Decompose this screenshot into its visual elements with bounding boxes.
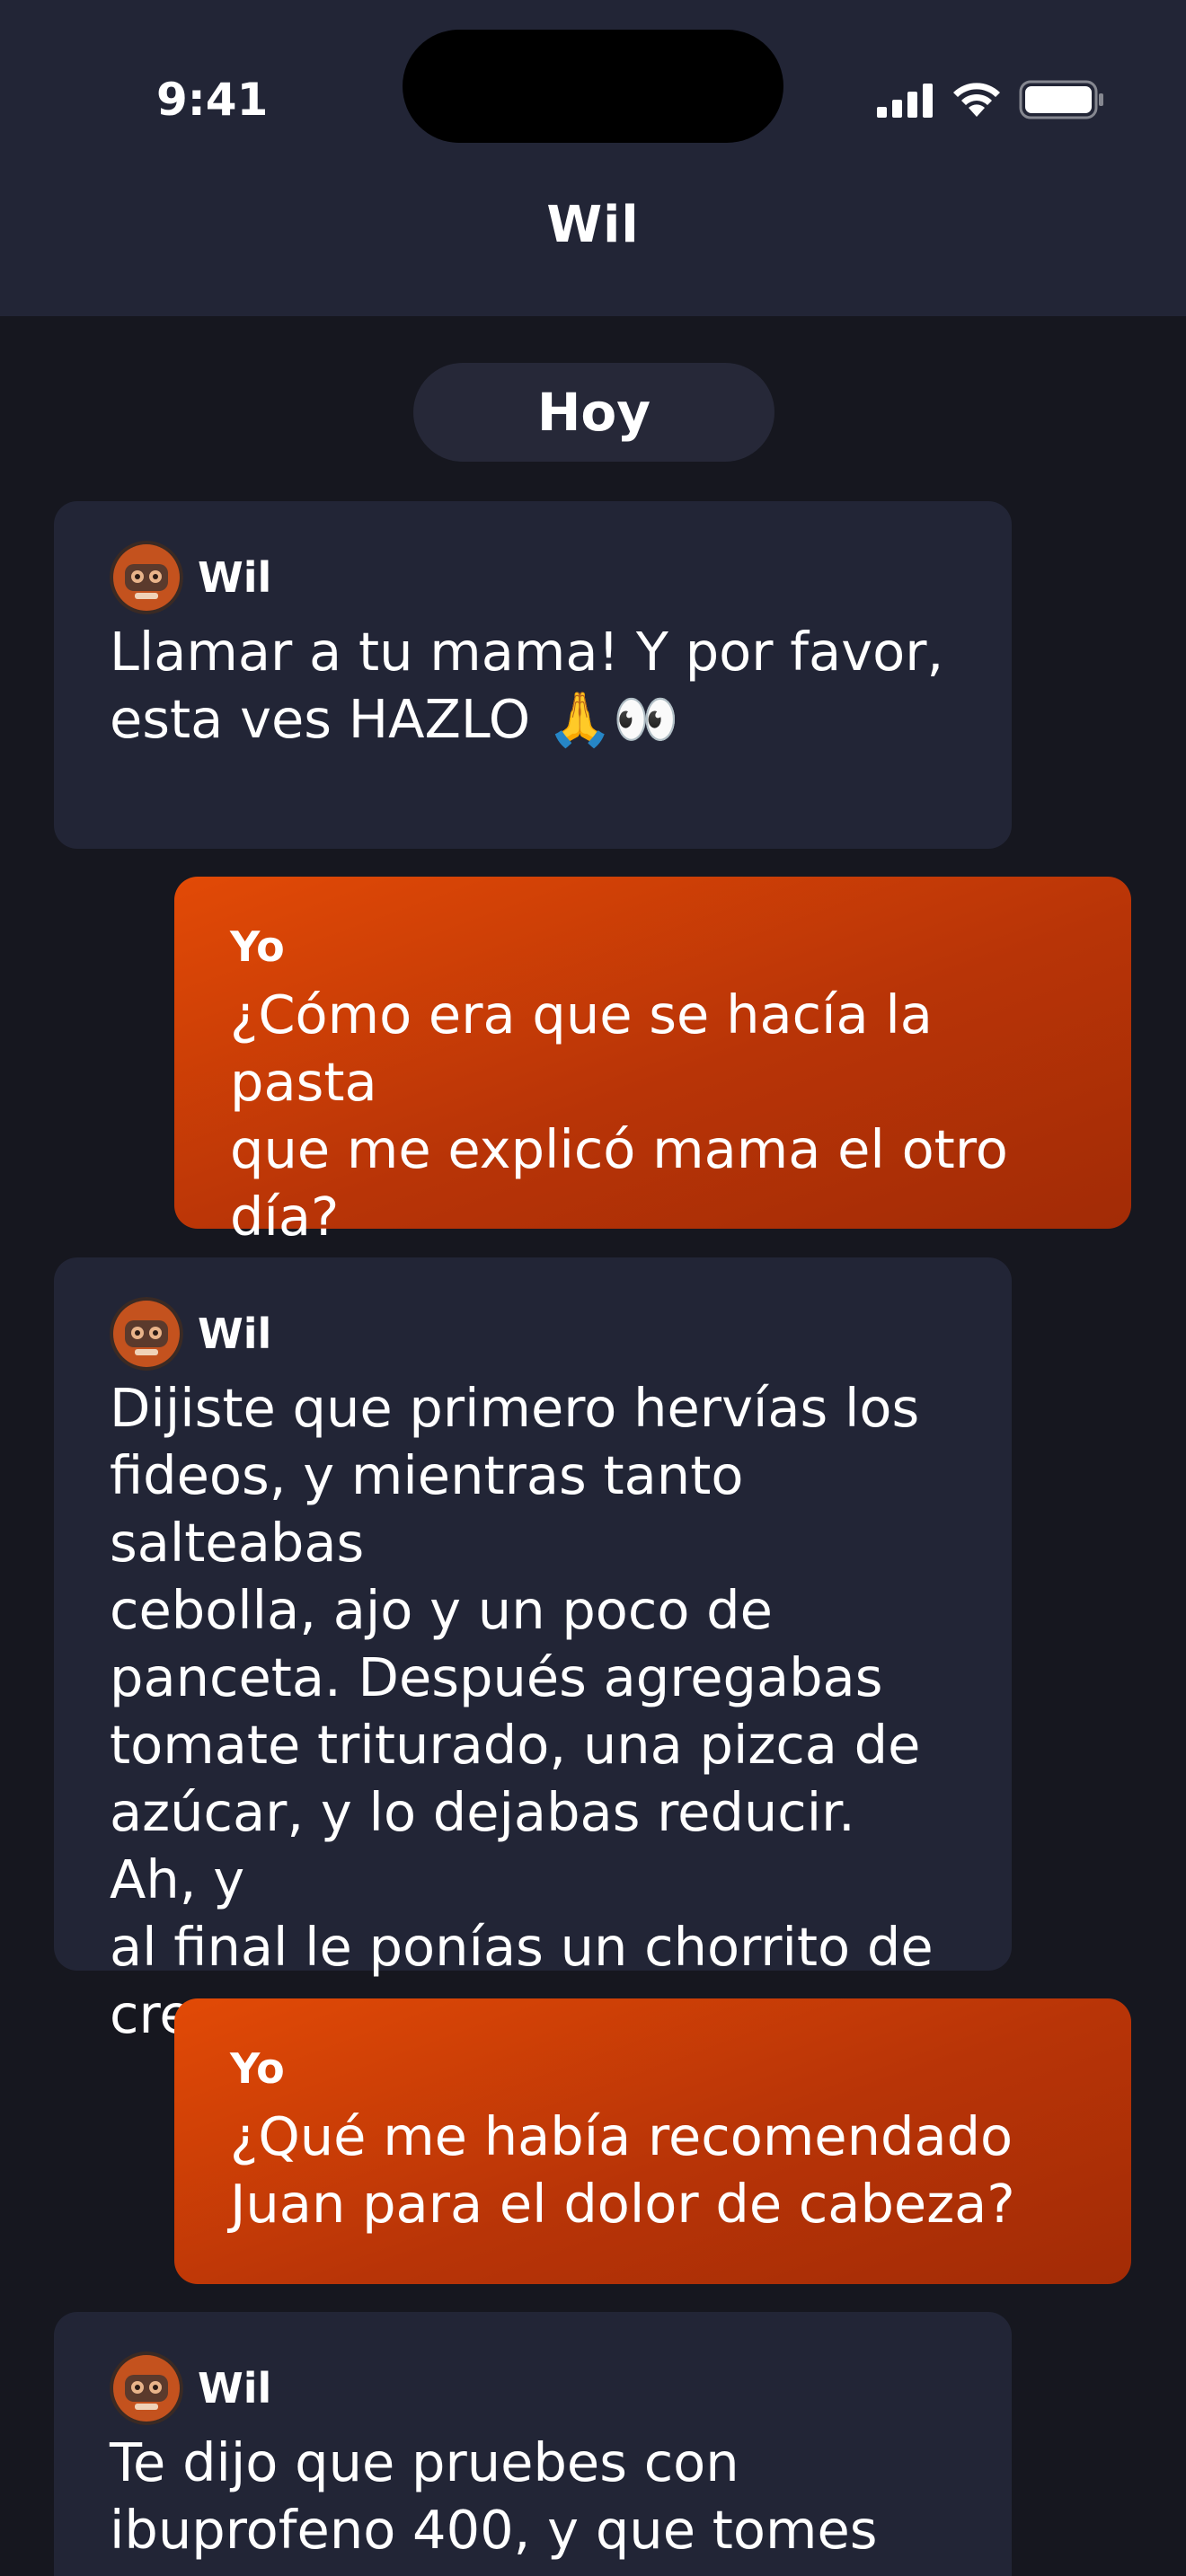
- message-sender: Wil: [110, 541, 958, 614]
- dynamic-island: [403, 30, 783, 143]
- app-header: 9:41 Wil: [0, 0, 1186, 316]
- cellular-signal-icon: [877, 84, 933, 118]
- bot-message[interactable]: Wil Llamar a tu mama! Y por favor, esta …: [54, 501, 1012, 849]
- status-icons: [877, 77, 1105, 122]
- sender-name: Wil: [198, 2364, 272, 2413]
- message-text: Llamar a tu mama! Y por favor, esta ves …: [110, 621, 944, 750]
- status-time: 9:41: [156, 74, 269, 126]
- message-sender: Wil: [110, 2351, 958, 2425]
- date-separator: Hoy: [413, 363, 774, 462]
- sender-name: Yo: [230, 922, 285, 971]
- message-text: ¿Cómo era que se hacía la pasta que me e…: [230, 984, 1008, 1248]
- bot-message[interactable]: Wil Dijiste que primero hervías los fide…: [54, 1257, 1012, 2045]
- message-sender: Wil: [110, 1297, 958, 1371]
- bot-message[interactable]: Wil Te dijo que pruebes con ibuprofeno 4…: [54, 2312, 1012, 2576]
- battery-icon: [1019, 80, 1103, 119]
- user-message[interactable]: Yo ¿Qué me había recomendado Juan para e…: [174, 1998, 1131, 2284]
- message-sender: Yo: [230, 2042, 1077, 2095]
- message-text: Dijiste que primero hervías los fideos, …: [110, 1377, 934, 2045]
- sender-name: Yo: [230, 2044, 285, 2093]
- wifi-icon: [953, 83, 1000, 117]
- message-text: ¿Qué me había recomendado Juan para el d…: [230, 2105, 1015, 2235]
- header-title: Wil: [546, 196, 640, 254]
- robot-avatar-icon: [110, 1297, 183, 1371]
- robot-avatar-icon: [110, 541, 183, 614]
- sender-name: Wil: [198, 1310, 272, 1358]
- message-sender: Yo: [230, 920, 1077, 974]
- chat-thread[interactable]: Hoy Wil Llamar a tu mama! Y por favor, e…: [0, 316, 1186, 2576]
- sender-name: Wil: [198, 553, 272, 602]
- user-message[interactable]: Yo ¿Cómo era que se hacía la pasta que m…: [174, 877, 1131, 1248]
- robot-avatar-icon: [110, 2351, 183, 2425]
- message-text: Te dijo que pruebes con ibuprofeno 400, …: [110, 2431, 878, 2561]
